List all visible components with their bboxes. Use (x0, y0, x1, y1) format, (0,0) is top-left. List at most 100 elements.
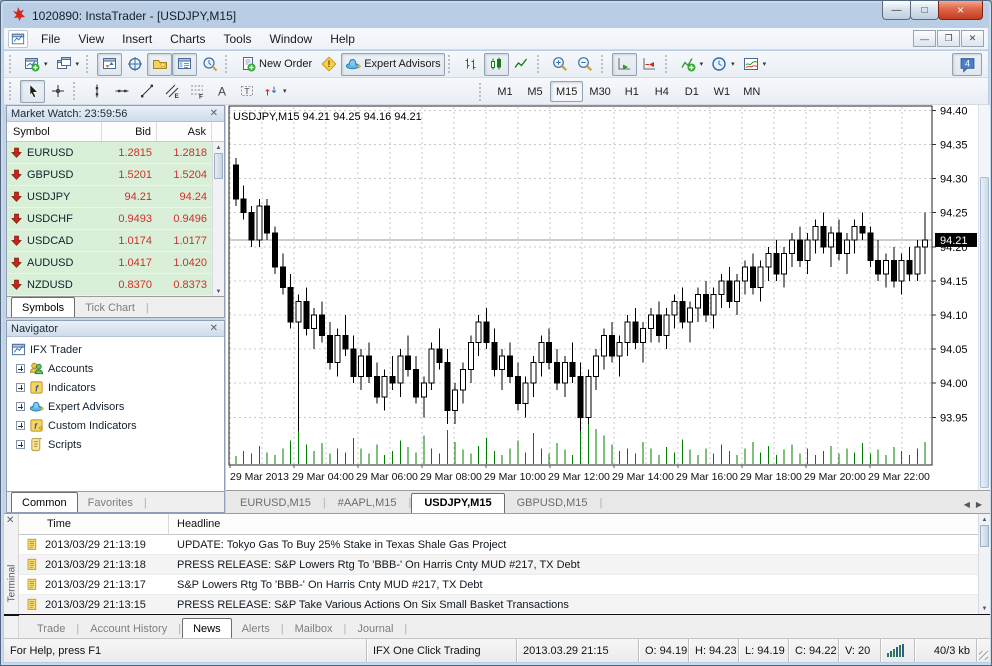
timeframe-d1[interactable]: D1 (677, 81, 707, 102)
chart-tab-usdjpy-m15[interactable]: USDJPY,M15 (411, 493, 504, 513)
alert-button[interactable]: ! (316, 53, 341, 76)
market-watch-row[interactable]: AUDUSD1.04171.0420 (7, 252, 212, 274)
expand-plus-icon[interactable] (16, 383, 25, 392)
column-ask[interactable]: Ask (157, 122, 212, 141)
tree-item-expert-advisors[interactable]: Expert Advisors (11, 397, 224, 416)
maximize-button[interactable]: □ (910, 1, 939, 20)
timeframe-h4[interactable]: H4 (647, 81, 677, 102)
vertical-line-tool[interactable] (84, 80, 109, 103)
tab-journal[interactable]: Journal (347, 621, 403, 638)
menu-file[interactable]: File (32, 29, 69, 49)
column-headline[interactable]: Headline (169, 518, 978, 530)
cursor-tool[interactable] (20, 80, 45, 103)
scroll-thumb[interactable] (214, 153, 223, 179)
news-row[interactable]: 2013/03/29 21:13:17S&P Lowers Rtg To 'BB… (19, 575, 978, 595)
tab-symbols[interactable]: Symbols (11, 297, 75, 317)
close-button[interactable]: × (938, 1, 983, 20)
navigator-toggle[interactable] (147, 53, 172, 76)
menu-window[interactable]: Window (261, 29, 322, 49)
bar-chart-button[interactable] (459, 53, 484, 76)
tab-scroll-right-icon[interactable]: ▶ (976, 500, 982, 509)
menu-help[interactable]: Help (321, 29, 364, 49)
tree-item-accounts[interactable]: Accounts (11, 359, 224, 378)
new-chart-button[interactable]: ▾ (20, 53, 52, 76)
tree-item-custom-indicators[interactable]: fCustom Indicators (11, 416, 224, 435)
scroll-thumb[interactable] (980, 525, 989, 547)
tab-alerts[interactable]: Alerts (232, 621, 280, 638)
resize-grip[interactable] (976, 639, 990, 662)
chart-tab-gbpusd-m15[interactable]: GBPUSD,M15 (505, 494, 600, 513)
chart-canvas[interactable]: 94.4094.3594.3094.2594.2094.1594.1094.05… (226, 105, 978, 490)
scroll-down-icon[interactable]: ▼ (979, 606, 990, 612)
market-watch-row[interactable]: GBPUSD1.52011.5204 (7, 164, 212, 186)
new-order-button[interactable]: New Order (236, 53, 316, 76)
text-label-tool[interactable]: T (234, 80, 259, 103)
menu-view[interactable]: View (69, 29, 113, 49)
timeframe-w1[interactable]: W1 (707, 81, 737, 102)
periods-button[interactable]: ▾ (707, 53, 739, 76)
tab-tick-chart[interactable]: Tick Chart (75, 300, 145, 317)
tab-mailbox[interactable]: Mailbox (285, 621, 343, 638)
timeframe-mn[interactable]: MN (737, 81, 767, 102)
market-watch-toggle[interactable] (97, 53, 122, 76)
column-bid[interactable]: Bid (102, 122, 157, 141)
strategy-tester-button[interactable] (197, 53, 222, 76)
terminal-toggle[interactable] (172, 53, 197, 76)
timeframe-m15[interactable]: M15 (550, 81, 583, 102)
scroll-up-icon[interactable]: ▲ (213, 142, 224, 153)
profiles-button[interactable]: ▾ (52, 53, 84, 76)
timeframe-h1[interactable]: H1 (617, 81, 647, 102)
news-row[interactable]: 2013/03/29 21:13:18PRESS RELEASE: S&P Lo… (19, 555, 978, 575)
text-tool[interactable]: A (209, 80, 234, 103)
tree-item-scripts[interactable]: Scripts (11, 435, 224, 454)
chart-shift-toggle[interactable] (637, 53, 662, 76)
expand-plus-icon[interactable] (16, 421, 25, 430)
zoom-in-button[interactable] (548, 53, 573, 76)
tab-account-history[interactable]: Account History (80, 621, 177, 638)
expand-plus-icon[interactable] (16, 402, 25, 411)
market-watch-row[interactable]: EURUSD1.28151.2818 (7, 142, 212, 164)
terminal-close-icon[interactable]: ✕ (6, 516, 14, 526)
timeframe-m5[interactable]: M5 (520, 81, 550, 102)
tab-news[interactable]: News (182, 618, 232, 638)
timeframe-m1[interactable]: M1 (490, 81, 520, 102)
news-row[interactable]: 2013/03/29 21:13:19UPDATE: Tokyo Gas To … (19, 535, 978, 555)
market-watch-row[interactable]: USDJPY94.2194.24 (7, 186, 212, 208)
chart-tab-eurusd-m15[interactable]: EURUSD,M15 (228, 494, 323, 513)
fibonacci-tool[interactable]: F (184, 80, 209, 103)
market-watch-close-icon[interactable]: ✕ (208, 109, 220, 119)
candlestick-chart-button[interactable] (484, 53, 509, 76)
tree-item-indicators[interactable]: fIndicators (11, 378, 224, 397)
news-row[interactable]: 2013/03/29 21:13:15PRESS RELEASE: S&P Ta… (19, 595, 978, 613)
line-chart-button[interactable] (509, 53, 534, 76)
tree-root-ifx-trader[interactable]: IFX Trader (11, 340, 224, 359)
mdi-restore-button[interactable]: ❐ (937, 30, 960, 47)
minimize-button[interactable]: — (882, 1, 911, 20)
chart-tab--aapl-m15[interactable]: #AAPL,M15 (326, 494, 409, 513)
scroll-up-icon[interactable]: ▲ (979, 514, 990, 525)
tab-scroll-left-icon[interactable]: ◀ (964, 500, 970, 509)
mdi-close-button[interactable]: ✕ (961, 30, 984, 47)
expand-plus-icon[interactable] (16, 364, 25, 373)
auto-scroll-toggle[interactable] (612, 53, 637, 76)
timeframe-m30[interactable]: M30 (583, 81, 616, 102)
trendline-tool[interactable] (134, 80, 159, 103)
market-watch-row[interactable]: USDCHF0.94930.9496 (7, 208, 212, 230)
equidistant-channel-tool[interactable]: E (159, 80, 184, 103)
chart-scrollbar[interactable] (978, 105, 990, 490)
mdi-minimize-button[interactable]: — (913, 30, 936, 47)
arrows-tool[interactable]: ▾ (259, 80, 291, 103)
menu-insert[interactable]: Insert (113, 29, 161, 49)
market-watch-row[interactable]: NZDUSD0.83700.8373 (7, 274, 212, 296)
expand-plus-icon[interactable] (16, 440, 25, 449)
zoom-out-button[interactable] (573, 53, 598, 76)
tab-trade[interactable]: Trade (27, 621, 75, 638)
data-window-button[interactable] (122, 53, 147, 76)
templates-button[interactable]: ▾ (739, 53, 771, 76)
horizontal-line-tool[interactable] (109, 80, 134, 103)
comments-button[interactable]: 4 (952, 53, 982, 76)
column-time[interactable]: Time (19, 514, 169, 534)
expert-advisors-toggle[interactable]: Expert Advisors (341, 53, 444, 76)
tab-favorites[interactable]: Favorites (78, 495, 143, 512)
terminal-scrollbar[interactable]: ▲ ▼ (978, 514, 990, 614)
